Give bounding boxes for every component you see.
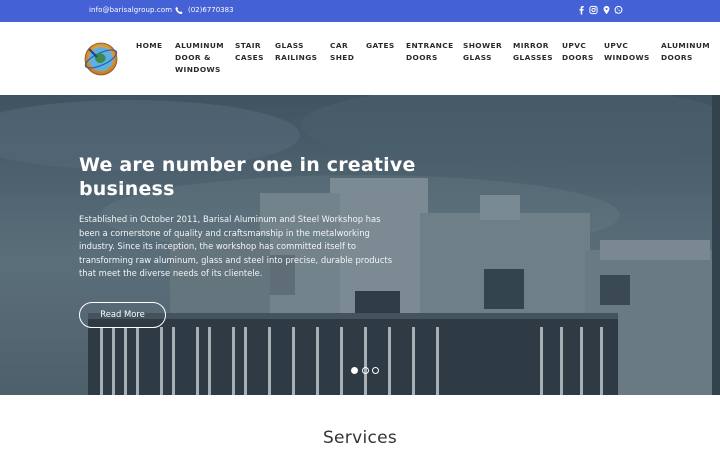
nav-label: MIRROR [513,41,549,50]
slider-dot-3[interactable] [372,367,379,374]
nav-label: DOOR & [175,53,211,62]
hero-title: We are number one in creative business [79,154,416,200]
nav-label: ENTRANCE [406,41,454,50]
nav-label: GLASS [463,53,492,62]
hero-description: Established in October 2011, Barisal Alu… [79,214,393,279]
facebook-icon[interactable] [577,5,586,15]
nav-item-upvc-doors[interactable]: UPVC DOORS [562,40,594,64]
company-logo[interactable] [83,41,119,77]
nav-label: UPVC [604,41,629,50]
nav-item-glass-railings[interactable]: GLASS RAILINGS [275,40,317,64]
nav-item-shower-glass[interactable]: SHOWER GLASS [463,40,502,64]
nav-label: ALUMINUM [175,41,225,50]
nav-label: WINDOWS [604,53,650,62]
nav-item-mirror-glasses[interactable]: MIRROR GLASSES [513,40,553,64]
instagram-icon[interactable] [589,5,598,15]
services-heading: Services [322,428,398,448]
nav-label: SHED [330,53,355,62]
nav-item-stair-cases[interactable]: STAIR CASES [235,40,264,64]
nav-label: DOORS [406,53,438,62]
nav-item-home[interactable]: HOME [136,40,162,52]
nav-label: CAR [330,41,349,50]
phone-icon [175,6,183,15]
nav-item-gates[interactable]: GATES [366,40,395,52]
top-contact-bar: info@barisalgroup.com (02)6770383 [0,0,720,22]
nav-item-car-shed[interactable]: CAR SHED [330,40,354,64]
hero-slider: We are number one in creative business E… [0,95,720,395]
nav-item-aluminum-doors[interactable]: ALUMINUM DOORS [661,40,710,64]
nav-label: RAILINGS [275,53,318,62]
nav-label: DOORS [661,53,693,62]
site-header: HOME ALUMINUM DOOR & WINDOWS STAIR CASES… [0,22,720,95]
nav-item-entrance-doors[interactable]: ENTRANCE DOORS [406,40,454,64]
slider-dot-1[interactable] [351,367,358,374]
contact-email[interactable]: info@barisalgroup.com [89,6,172,14]
whatsapp-icon[interactable] [614,5,623,15]
nav-label: HOME [136,41,163,50]
nav-label: DOORS [562,53,594,62]
nav-label: STAIR [235,41,261,50]
nav-label: WINDOWS [175,65,221,74]
contact-phone[interactable]: (02)6770383 [188,6,234,14]
nav-label: UPVC [562,41,587,50]
nav-item-upvc-windows[interactable]: UPVC WINDOWS [604,40,650,64]
nav-label: CASES [235,53,264,62]
location-icon[interactable] [602,5,611,15]
read-more-button[interactable]: Read More [79,302,166,328]
nav-label: ALUMINUM [661,41,711,50]
slider-dot-2[interactable] [362,367,369,374]
nav-label: SHOWER [463,41,503,50]
nav-label: GLASS [275,41,304,50]
nav-item-aluminum-door-windows[interactable]: ALUMINUM DOOR & WINDOWS [175,40,224,76]
nav-label: GATES [366,41,395,50]
nav-label: GLASSES [513,53,553,62]
